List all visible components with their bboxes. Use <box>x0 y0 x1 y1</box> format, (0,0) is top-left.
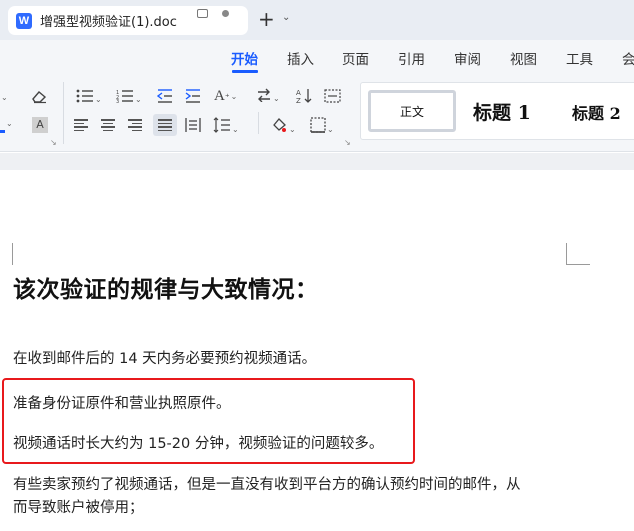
align-right-icon[interactable] <box>128 119 142 132</box>
paragraph: 有些卖家预约了视频通话，但是一直没有收到平台方的确认预约时间的邮件，从 <box>13 477 521 493</box>
bullet-list-button[interactable]: ⌄ <box>76 89 102 108</box>
clear-format-button[interactable] <box>30 88 48 109</box>
distribute-icon <box>185 118 201 132</box>
font-size-dropdown[interactable]: ⌄ <box>0 90 8 107</box>
page-gap <box>0 153 634 170</box>
margin-mark-left <box>12 243 13 265</box>
tab-member[interactable]: 会 <box>622 48 634 68</box>
numbered-list-icon: 123 <box>116 90 133 105</box>
svg-text:Z: Z <box>296 97 301 104</box>
margin-mark-right <box>566 243 590 265</box>
ribbon-separator <box>63 82 64 144</box>
unsaved-dot-icon[interactable] <box>222 10 229 17</box>
title-bar: W 增强型视频验证(1).doc + ⌄ <box>0 0 634 40</box>
paragraph: 在收到邮件后的 14 天内务必要预约视频通话。 <box>13 351 317 367</box>
borders-button[interactable]: ⌄ <box>310 117 334 138</box>
align-center-icon[interactable] <box>101 119 115 132</box>
document-heading: 该次验证的规律与大致情况： <box>13 276 319 303</box>
style-normal[interactable]: 正文 <box>368 90 456 132</box>
document-title: 增强型视频验证(1).doc <box>40 15 177 30</box>
active-tab-indicator <box>232 70 258 73</box>
tab-home[interactable]: 开始 <box>231 48 258 68</box>
borders-icon <box>310 117 326 133</box>
wps-writer-icon: W <box>16 12 32 29</box>
tab-tools[interactable]: 工具 <box>566 48 593 68</box>
text-direction-icon <box>258 88 270 103</box>
bullet-list-icon <box>76 89 93 103</box>
style-heading-1[interactable]: 标题 1 <box>473 98 531 125</box>
tab-review[interactable]: 审阅 <box>454 48 481 68</box>
line-spacing-button[interactable]: ⌄ <box>213 117 239 138</box>
menu-bar: 开始 插入 页面 引用 审阅 视图 工具 会 <box>0 40 634 74</box>
line-spacing-icon <box>213 117 230 133</box>
increase-indent-icon <box>185 89 200 103</box>
svg-text:3: 3 <box>116 99 119 103</box>
decrease-indent-button[interactable] <box>156 89 173 108</box>
paragraph-marks-icon <box>324 89 341 103</box>
text-effects-button[interactable]: A⁺⌄ <box>214 88 237 106</box>
decrease-indent-icon <box>156 89 172 103</box>
tab-page[interactable]: 页面 <box>342 48 369 68</box>
sort-icon: AZ <box>296 89 312 105</box>
style-heading-2[interactable]: 标题 2 <box>572 100 621 124</box>
tab-insert[interactable]: 插入 <box>287 48 314 68</box>
distribute-button[interactable] <box>185 117 201 138</box>
paragraph-dialog-launcher-icon[interactable]: ↘ <box>344 138 351 147</box>
ribbon-separator <box>258 112 259 134</box>
tab-view[interactable]: 视图 <box>510 48 537 68</box>
tab-references[interactable]: 引用 <box>398 48 425 68</box>
font-dialog-launcher-icon[interactable]: ↘ <box>50 138 57 147</box>
font-color-button[interactable]: ⌄ <box>0 116 13 133</box>
eraser-icon <box>32 91 47 104</box>
highlight-annotation-box <box>2 378 415 464</box>
text-direction-button[interactable]: ⌄ <box>256 88 280 107</box>
paragraph: 而导致账户被停用； <box>13 500 144 516</box>
show-marks-button[interactable] <box>324 89 341 108</box>
chevron-down-icon[interactable]: ⌄ <box>282 12 290 23</box>
align-left-icon[interactable] <box>74 119 88 132</box>
document-tab[interactable]: W 增强型视频验证(1).doc <box>8 6 248 35</box>
svg-text:A: A <box>296 89 301 97</box>
screen-icon[interactable] <box>197 9 208 18</box>
char-shading-button[interactable]: A <box>32 117 48 133</box>
paint-bucket-icon <box>273 118 286 132</box>
sort-button[interactable]: AZ <box>296 88 312 109</box>
shading-button[interactable]: ⌄ <box>270 116 296 138</box>
new-tab-button[interactable]: + <box>258 9 275 29</box>
justify-icon[interactable] <box>158 119 172 132</box>
numbered-list-button[interactable]: 1 2 3 ⌄ <box>116 89 142 108</box>
increase-indent-button[interactable] <box>185 89 201 108</box>
text-effects-icon: A <box>214 88 225 104</box>
chevron-down-icon[interactable]: ⌄ <box>6 119 13 128</box>
